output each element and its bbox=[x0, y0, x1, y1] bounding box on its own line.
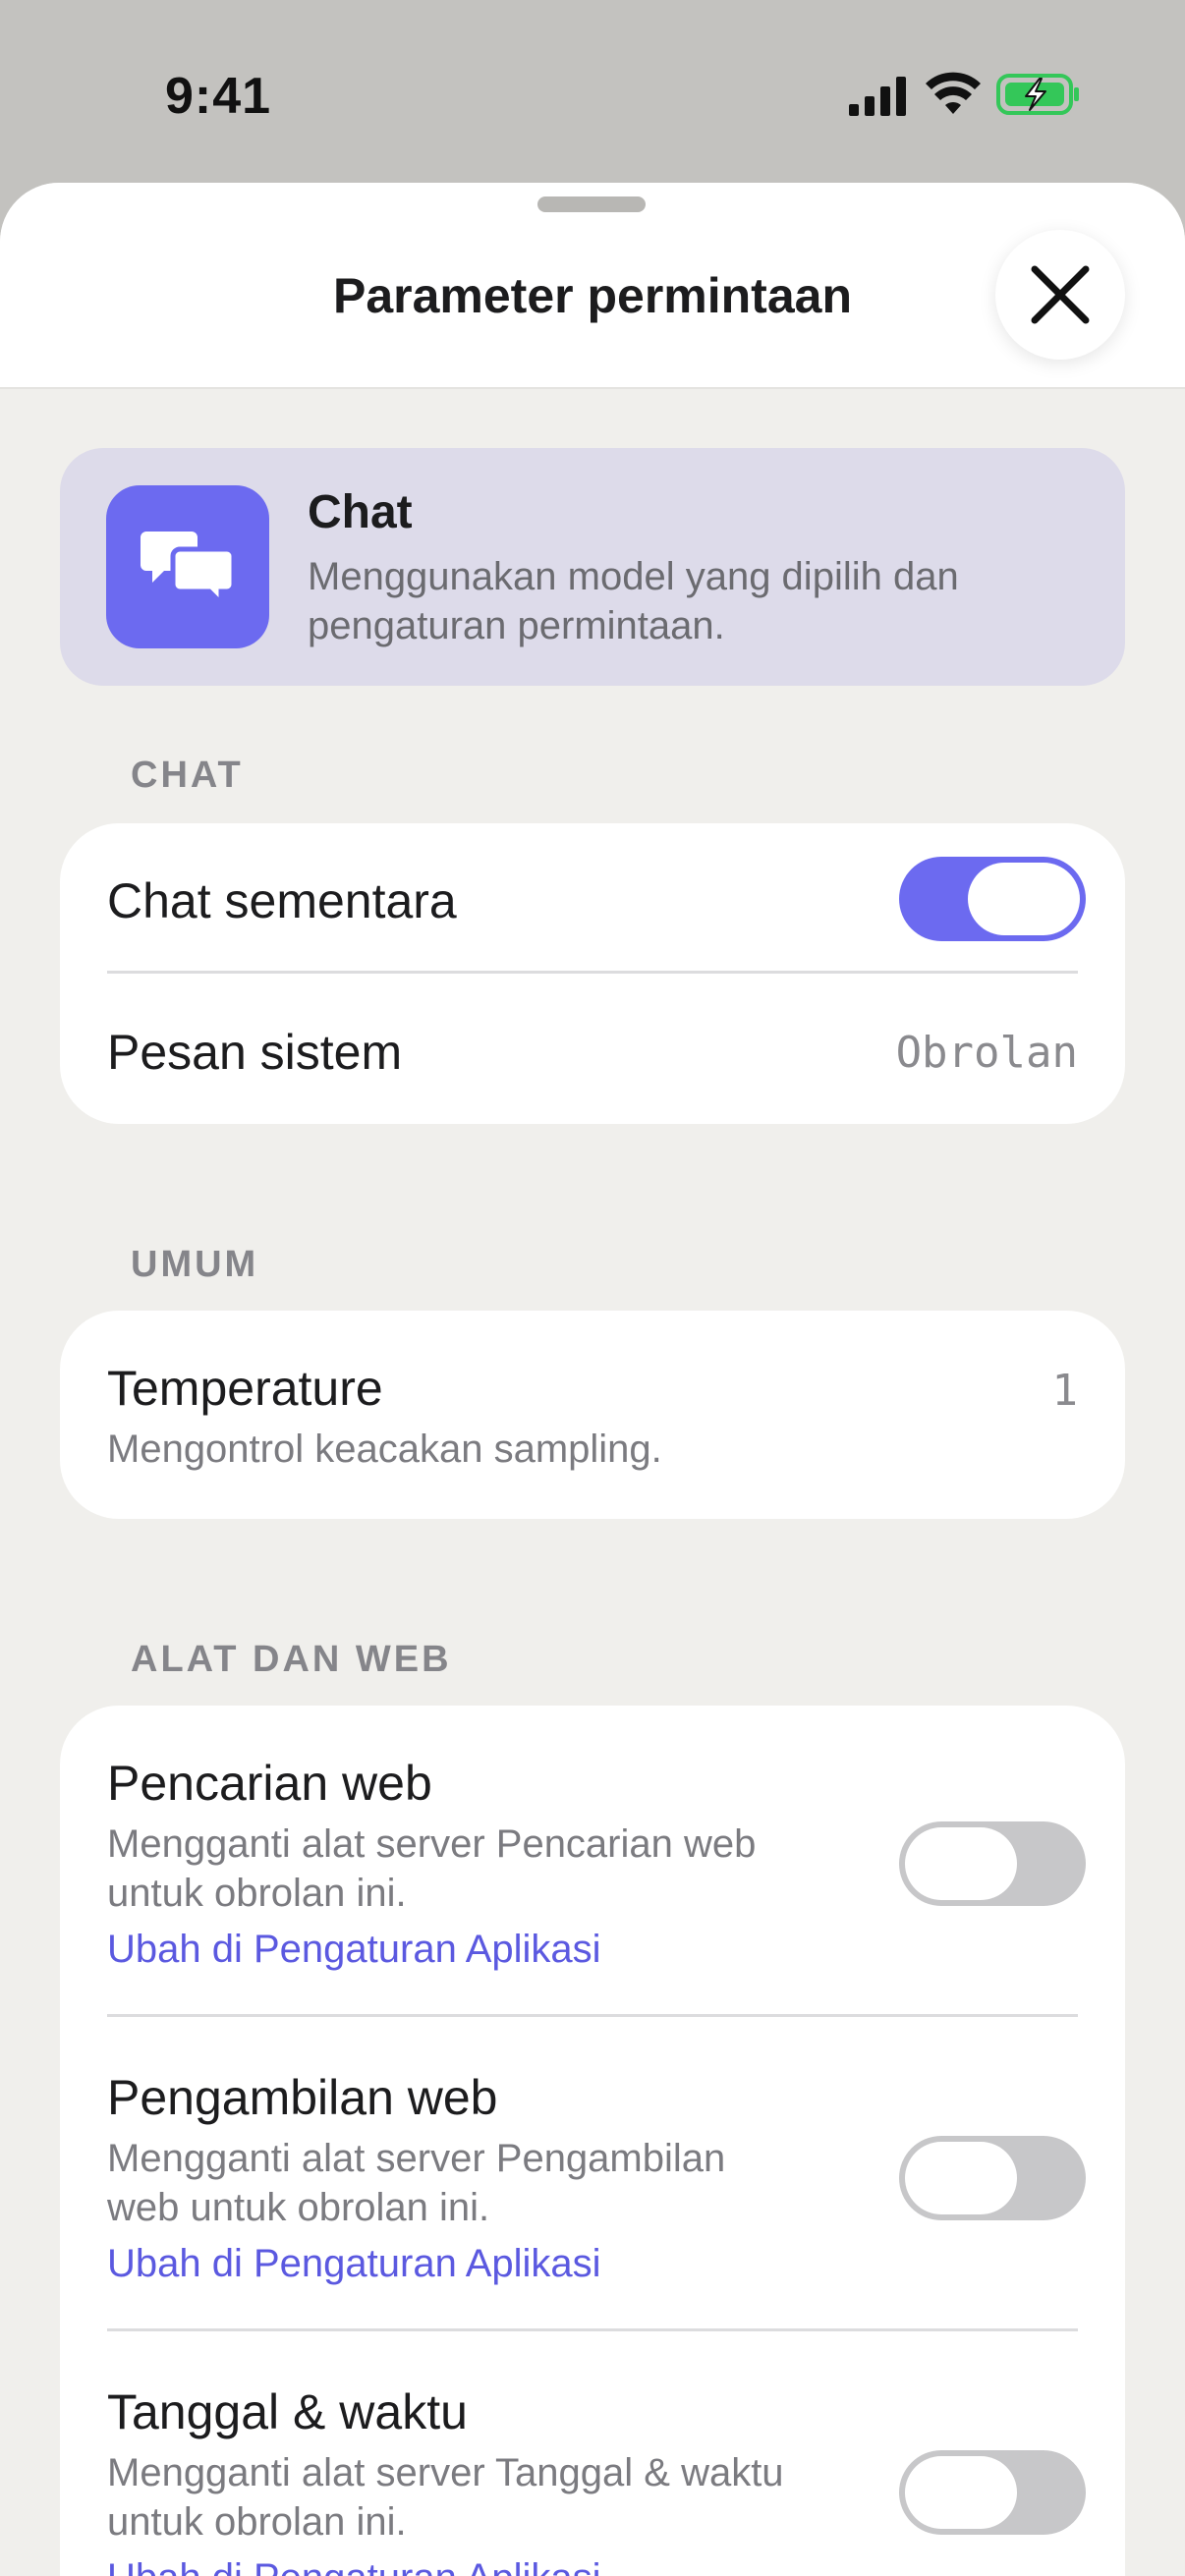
web-fetch-description: Mengganti alat server Pengambilan web un… bbox=[107, 2134, 725, 2232]
date-time-toggle[interactable] bbox=[899, 2450, 1086, 2535]
general-settings-group[interactable]: Temperature 1 Mengontrol keacakan sampli… bbox=[60, 1311, 1125, 1519]
toggle-knob bbox=[905, 1827, 1017, 1900]
close-button[interactable] bbox=[995, 230, 1125, 360]
temperature-value[interactable]: 1 bbox=[1052, 1366, 1079, 1416]
request-parameters-sheet: Parameter permintaan Chat Menggunakan mo… bbox=[0, 183, 1185, 2576]
date-time-description-line2: untuk obrolan ini. bbox=[107, 2500, 407, 2544]
mode-description: Menggunakan model yang dipilih dan penga… bbox=[308, 555, 959, 647]
chat-bubbles-icon bbox=[106, 485, 269, 648]
date-time-description: Mengganti alat server Tanggal & waktu un… bbox=[107, 2448, 784, 2547]
cellular-signal-icon bbox=[849, 77, 906, 116]
divider bbox=[107, 2328, 1078, 2331]
battery-charging-icon bbox=[996, 74, 1079, 115]
system-message-value[interactable]: Obrolan bbox=[896, 1028, 1078, 1078]
web-search-settings-link[interactable]: Ubah di Pengaturan Aplikasi bbox=[107, 1928, 601, 1972]
temporary-chat-label: Chat sementara bbox=[107, 873, 457, 928]
chat-mode-card[interactable]: Chat Menggunakan model yang dipilih dan … bbox=[60, 448, 1125, 686]
toggle-knob bbox=[905, 2142, 1017, 2214]
web-search-toggle[interactable] bbox=[899, 1821, 1086, 1906]
web-fetch-description-line2: web untuk obrolan ini. bbox=[107, 2186, 490, 2229]
temporary-chat-toggle[interactable] bbox=[899, 857, 1086, 941]
date-time-description-line1: Mengganti alat server Tanggal & waktu bbox=[107, 2451, 784, 2494]
date-time-label: Tanggal & waktu bbox=[107, 2384, 468, 2439]
system-message-label[interactable]: Pesan sistem bbox=[107, 1024, 402, 1081]
mode-title: Chat bbox=[308, 486, 413, 538]
temperature-description: Mengontrol keacakan sampling. bbox=[107, 1428, 662, 1471]
status-bar: 9:41 bbox=[0, 0, 1185, 187]
web-search-label: Pencarian web bbox=[107, 1756, 432, 1811]
status-time: 9:41 bbox=[165, 68, 272, 125]
tools-settings-group: Pencarian web Mengganti alat server Penc… bbox=[60, 1706, 1125, 2576]
web-search-description-line1: Mengganti alat server Pencarian web bbox=[107, 1822, 757, 1866]
divider bbox=[107, 2014, 1078, 2017]
web-fetch-description-line1: Mengganti alat server Pengambilan bbox=[107, 2137, 726, 2180]
section-header-general: UMUM bbox=[131, 1244, 259, 1285]
toggle-knob bbox=[905, 2456, 1017, 2529]
sheet-header: Parameter permintaan bbox=[0, 183, 1185, 389]
wifi-icon bbox=[926, 72, 981, 114]
web-search-description-line2: untuk obrolan ini. bbox=[107, 1872, 407, 1915]
toggle-knob bbox=[968, 863, 1080, 935]
chat-settings-group: Chat sementara Pesan sistem Obrolan bbox=[60, 823, 1125, 1124]
close-icon bbox=[1031, 265, 1090, 324]
web-fetch-settings-link[interactable]: Ubah di Pengaturan Aplikasi bbox=[107, 2242, 601, 2286]
divider bbox=[107, 971, 1078, 974]
section-header-tools: ALAT DAN WEB bbox=[131, 1639, 452, 1680]
web-fetch-label: Pengambilan web bbox=[107, 2070, 498, 2125]
temperature-label: Temperature bbox=[107, 1361, 383, 1416]
section-header-chat: CHAT bbox=[131, 755, 244, 796]
web-search-description: Mengganti alat server Pencarian web untu… bbox=[107, 1820, 756, 1918]
date-time-settings-link[interactable]: Ubah di Pengaturan Aplikasi bbox=[107, 2556, 601, 2576]
sheet-grabber[interactable] bbox=[537, 196, 646, 212]
web-fetch-toggle[interactable] bbox=[899, 2136, 1086, 2220]
